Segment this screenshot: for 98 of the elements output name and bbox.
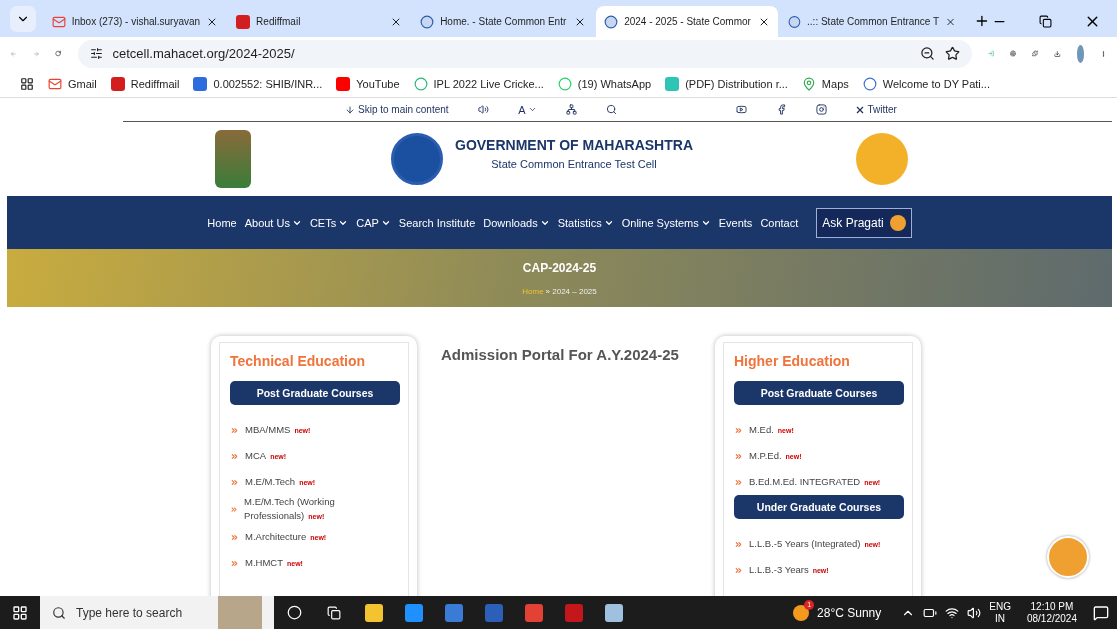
- chevrons-icon: [734, 565, 743, 575]
- browser-tab[interactable]: Home. - State Common Entr: [412, 6, 595, 37]
- clock[interactable]: 12:10 PM 08/12/2024: [1026, 600, 1077, 625]
- portal-heading: Admission Portal For A.Y.2024-25: [441, 346, 679, 363]
- speaker-icon[interactable]: [477, 104, 489, 115]
- nav-link[interactable]: Events: [718, 216, 753, 229]
- zoom-icon[interactable]: [919, 46, 935, 61]
- nav-link[interactable]: About Us: [244, 216, 302, 229]
- bookmark[interactable]: (PDF) Distribution r...: [665, 76, 788, 91]
- site-subtitle: State Common Entrance Test Cell: [491, 157, 657, 170]
- section-header: Post Graduate Courses: [230, 381, 400, 405]
- taskbar-app-icon[interactable]: [405, 603, 423, 622]
- video-icon[interactable]: [735, 104, 747, 115]
- taskbar-search-field[interactable]: Type here to search: [40, 596, 274, 629]
- site-info-icon[interactable]: [89, 47, 103, 60]
- section-header: Under Graduate Courses: [734, 495, 904, 519]
- bookmark[interactable]: YouTube: [336, 76, 400, 91]
- chevrons-icon: [230, 477, 239, 487]
- chevrons-icon: [230, 558, 239, 568]
- site-icon: [336, 76, 351, 91]
- map-pin-icon: [801, 76, 816, 91]
- avatar-icon: [889, 214, 906, 231]
- chevrons-icon: [734, 425, 743, 435]
- browser-tab[interactable]: Rediffmail: [228, 6, 411, 37]
- nav-link[interactable]: CETs: [309, 216, 349, 229]
- site-icon: [604, 14, 619, 29]
- chevrons-icon: [230, 425, 239, 435]
- photo-placeholder: [218, 596, 262, 629]
- nav-link[interactable]: Home: [207, 216, 237, 229]
- section-header: Post Graduate Courses: [734, 381, 904, 405]
- wifi-icon[interactable]: [945, 605, 960, 620]
- instagram-icon[interactable]: [816, 104, 828, 115]
- volume-icon[interactable]: [967, 605, 982, 620]
- bookmark-star-icon[interactable]: [944, 46, 960, 61]
- browser-tab[interactable]: ..:: State Common Entrance T: [780, 6, 965, 37]
- breadcrumb-text: » 2024 – 2025: [545, 286, 597, 296]
- mail-icon: [48, 76, 62, 91]
- search-icon[interactable]: [606, 104, 618, 115]
- site-icon: [665, 76, 680, 91]
- site-title: GOVERNMENT OF MAHARASHTRA: [455, 136, 693, 153]
- site-icon: [413, 76, 428, 91]
- chevrons-icon: [230, 532, 239, 542]
- address-field[interactable]: cetcell.mahacet.org/2024-2025/: [77, 39, 972, 68]
- start-icon[interactable]: [12, 604, 28, 621]
- restore-icon[interactable]: [1039, 15, 1052, 28]
- site-icon: [788, 14, 802, 29]
- nav-link[interactable]: Search Institute: [398, 216, 476, 229]
- card-title: Technical Education: [230, 353, 367, 369]
- bookmark[interactable]: Maps: [801, 76, 849, 91]
- nav-link[interactable]: Contact: [760, 216, 799, 229]
- task-view-icon[interactable]: [327, 605, 341, 620]
- chevrons-icon: [734, 539, 743, 549]
- font-size-control[interactable]: A: [518, 103, 537, 116]
- new-tab-icon[interactable]: [974, 13, 990, 29]
- browser-tab[interactable]: Inbox (273) - vishal.suryavan: [43, 6, 227, 37]
- ask-button[interactable]: Ask Pragati: [816, 207, 912, 238]
- card-title: Higher Education: [734, 353, 851, 369]
- sitemap-icon[interactable]: [565, 104, 577, 115]
- caret-icon: [527, 105, 537, 114]
- seal-icon: [856, 133, 908, 185]
- nav-link[interactable]: CAP: [356, 216, 391, 229]
- site-icon: [193, 76, 208, 91]
- nav-link[interactable]: Statistics: [557, 216, 614, 229]
- skip-link[interactable]: Skip to main content: [345, 104, 449, 115]
- weather-text: 28°C Sunny: [817, 605, 882, 620]
- bookmark[interactable]: Gmail: [48, 76, 97, 91]
- apps-icon[interactable]: [20, 76, 34, 91]
- arrow-down-icon: [345, 104, 355, 115]
- site-icon: [236, 14, 251, 29]
- chevrons-icon: [734, 477, 743, 487]
- site-icon: [557, 76, 572, 91]
- bookmark[interactable]: (19) WhatsApp: [557, 76, 652, 91]
- nav-link[interactable]: Online Systems: [621, 216, 711, 229]
- bookmark[interactable]: 0.002552: SHIB/INR...: [193, 76, 323, 91]
- browser-tab[interactable]: 2024 - 2025 - State Commor: [596, 6, 779, 37]
- emblem-drawing: [215, 130, 251, 188]
- notifications-icon[interactable]: [1093, 604, 1109, 621]
- site-icon: [110, 76, 125, 91]
- tab-search-button[interactable]: [10, 6, 36, 32]
- chevrons-icon: [230, 505, 239, 514]
- profile-avatar[interactable]: [1076, 44, 1085, 63]
- banner-title: CAP-2024-25: [522, 260, 597, 275]
- bookmark[interactable]: Rediffmail: [110, 76, 180, 91]
- nav-link[interactable]: Downloads: [483, 216, 550, 229]
- site-icon: [420, 14, 435, 29]
- bookmark[interactable]: IPL 2022 Live Cricke...: [413, 76, 544, 91]
- bookmark[interactable]: Welcome to DY Pati...: [862, 76, 990, 91]
- language-indicator[interactable]: ENG IN: [989, 600, 1011, 625]
- search-icon: [52, 605, 66, 620]
- x-logo-icon: [856, 105, 865, 114]
- twitter-link[interactable]: Twitter: [856, 104, 897, 115]
- chevrons-icon: [734, 451, 743, 461]
- chevrons-icon: [230, 451, 239, 461]
- logo-icon: [391, 133, 443, 185]
- taskbar-app-icon[interactable]: [365, 603, 383, 622]
- taskbar-app-icon[interactable]: [605, 603, 623, 622]
- mail-icon: [51, 14, 66, 29]
- site-icon: [862, 76, 877, 91]
